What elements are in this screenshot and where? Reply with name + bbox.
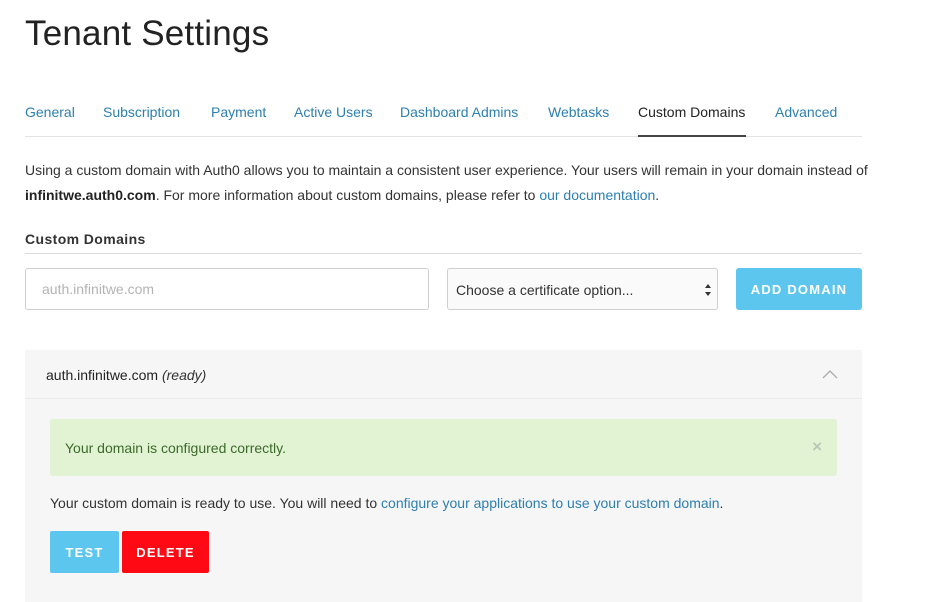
domain-panel-title: auth.infinitwe.com (ready) <box>46 367 206 383</box>
tab-active-users[interactable]: Active Users <box>294 104 373 120</box>
tab-advanced[interactable]: Advanced <box>775 104 837 120</box>
tab-webtasks[interactable]: Webtasks <box>548 104 609 120</box>
tab-payment[interactable]: Payment <box>211 104 266 120</box>
chevron-up-icon[interactable] <box>822 368 838 380</box>
ready-text: Your custom domain is ready to use. You … <box>50 495 382 511</box>
test-button[interactable]: TEST <box>50 531 119 573</box>
intro-text-end: . <box>655 187 660 203</box>
page-title: Tenant Settings <box>25 14 270 53</box>
active-tab-indicator <box>638 135 746 137</box>
configure-applications-link[interactable]: configure your applications to use your … <box>381 495 720 511</box>
domain-panel-header[interactable]: auth.infinitwe.com (ready) <box>25 350 862 399</box>
certificate-select-value: Choose a certificate option... <box>456 282 634 298</box>
intro-text-continued: . For more information about custom doma… <box>155 187 540 203</box>
up-down-caret-icon <box>705 284 711 296</box>
success-alert: Your domain is configured correctly. × <box>50 419 837 476</box>
intro-text: Using a custom domain with Auth0 allows … <box>25 162 868 178</box>
settings-tabs: General Subscription Payment Active User… <box>25 90 862 137</box>
tab-general[interactable]: General <box>25 104 75 120</box>
domain-panel: auth.infinitwe.com (ready) Your domain i… <box>25 350 862 602</box>
tab-custom-domains[interactable]: Custom Domains <box>638 104 745 120</box>
ready-text-end: . <box>719 495 724 511</box>
domain-input[interactable] <box>25 268 429 310</box>
domain-status: (ready) <box>161 367 207 383</box>
delete-button[interactable]: DELETE <box>122 531 209 573</box>
section-divider <box>25 253 862 254</box>
domain-name: auth.infinitwe.com <box>46 367 159 383</box>
documentation-link[interactable]: our documentation <box>539 187 655 203</box>
domain-ready-message: Your custom domain is ready to use. You … <box>50 495 723 511</box>
tab-subscription[interactable]: Subscription <box>103 104 180 120</box>
alert-message: Your domain is configured correctly. <box>65 440 286 456</box>
section-title-custom-domains: Custom Domains <box>25 231 146 247</box>
tab-dashboard-admins[interactable]: Dashboard Admins <box>400 104 518 120</box>
add-domain-button[interactable]: ADD DOMAIN <box>736 268 862 310</box>
custom-domains-description: Using a custom domain with Auth0 allows … <box>25 158 875 208</box>
certificate-select[interactable]: Choose a certificate option... <box>447 268 718 310</box>
close-icon[interactable]: × <box>812 438 822 456</box>
default-domain: infinitwe.auth0.com <box>25 187 156 203</box>
